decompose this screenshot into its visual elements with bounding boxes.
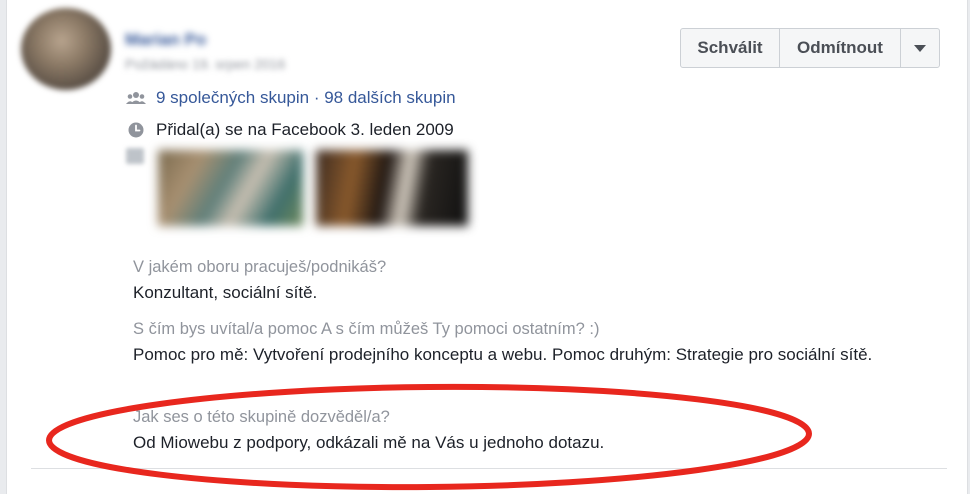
request-actions: Schválit Odmítnout bbox=[680, 28, 940, 68]
joined-row: Přidal(a) se na Facebook 3. leden 2009 bbox=[126, 120, 454, 140]
photo-icon bbox=[126, 148, 144, 164]
groups-icon bbox=[126, 88, 146, 108]
chevron-down-icon bbox=[914, 44, 926, 52]
question-block: S čím bys uvítal/a pomoc A s čím můžeš T… bbox=[133, 320, 933, 366]
member-request-card: Marian Po Požádáno 19. srpen 2016 Schvál… bbox=[6, 0, 968, 494]
avatar[interactable] bbox=[21, 8, 111, 90]
question-block: Jak ses o této skupině dozvěděl/a? Od Mi… bbox=[133, 408, 933, 454]
more-options-button[interactable] bbox=[901, 29, 939, 67]
request-date: Požádáno 19. srpen 2016 bbox=[125, 56, 286, 72]
approve-button[interactable]: Schválit bbox=[681, 29, 780, 67]
answer-text: Od Miowebu z podpory, odkázali mě na Vás… bbox=[133, 433, 605, 452]
member-name[interactable]: Marian Po bbox=[125, 30, 206, 50]
question-text: V jakém oboru pracuješ/podnikáš? bbox=[133, 258, 387, 276]
groups-row: 9 společných skupin · 98 dalších skupin bbox=[126, 88, 456, 108]
joined-facebook-text: Přidal(a) se na Facebook 3. leden 2009 bbox=[156, 120, 454, 139]
divider bbox=[31, 468, 947, 469]
question-text: Jak ses o této skupině dozvěděl/a? bbox=[133, 408, 390, 426]
clock-icon bbox=[126, 120, 146, 140]
photo-thumbnail[interactable] bbox=[316, 150, 468, 226]
answer-text: Pomoc pro mě: Vytvoření prodejního konce… bbox=[133, 345, 873, 364]
decline-button[interactable]: Odmítnout bbox=[780, 29, 901, 67]
shared-photos bbox=[126, 148, 486, 230]
question-text: S čím bys uvítal/a pomoc A s čím můžeš T… bbox=[133, 320, 600, 338]
question-block: V jakém oboru pracuješ/podnikáš? Konzult… bbox=[133, 258, 933, 304]
answer-text: Konzultant, sociální sítě. bbox=[133, 283, 318, 302]
mutual-groups-link[interactable]: 9 společných skupin · 98 dalších skupin bbox=[156, 88, 456, 108]
photo-thumbnail[interactable] bbox=[158, 150, 303, 226]
